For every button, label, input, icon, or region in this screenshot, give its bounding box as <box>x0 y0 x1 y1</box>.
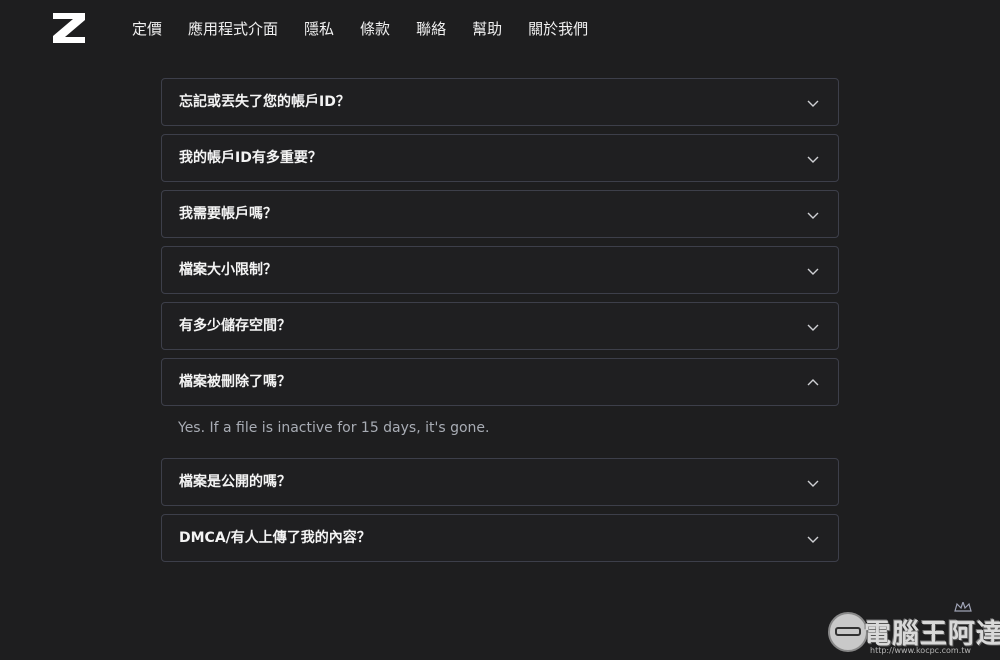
watermark: 電腦王阿達 http://www.kocpc.com.tw <box>828 602 1000 658</box>
top-navigation: 定價 應用程式介面 隱私 條款 聯絡 幫助 關於我們 <box>0 0 1000 58</box>
faq-item-files-public[interactable]: 檔案是公開的嗎？ <box>161 458 839 506</box>
faq-question: 有多少儲存空間？ <box>179 318 291 334</box>
nav-item-about[interactable]: 關於我們 <box>528 19 588 39</box>
faq-item-lost-account-id[interactable]: 忘記或丟失了您的帳戶ID？ <box>161 78 839 126</box>
chevron-down-icon <box>807 156 819 163</box>
faq-question: 忘記或丟失了您的帳戶ID？ <box>179 94 350 110</box>
nav-item-pricing[interactable]: 定價 <box>132 19 162 39</box>
nav-item-terms[interactable]: 條款 <box>360 19 390 39</box>
chevron-up-icon <box>807 379 819 386</box>
faq-question: 檔案大小限制？ <box>179 262 277 278</box>
nav-item-contact[interactable]: 聯絡 <box>416 19 446 39</box>
chevron-down-icon <box>807 536 819 543</box>
faq-item-dmca[interactable]: DMCA/有人上傳了我的內容？ <box>161 514 839 562</box>
chevron-down-icon <box>807 268 819 275</box>
crown-icon <box>954 602 972 612</box>
watermark-url: http://www.kocpc.com.tw <box>870 646 971 655</box>
faq-question: 檔案是公開的嗎？ <box>179 474 291 490</box>
faq-question: 我的帳戶ID有多重要？ <box>179 150 322 166</box>
faq-answer: Yes. If a file is inactive for 15 days, … <box>161 406 839 452</box>
chevron-down-icon <box>807 212 819 219</box>
nav-item-api[interactable]: 應用程式介面 <box>188 19 278 39</box>
nav-item-help[interactable]: 幫助 <box>472 19 502 39</box>
chevron-down-icon <box>807 324 819 331</box>
chevron-down-icon <box>807 100 819 107</box>
chevron-down-icon <box>807 480 819 487</box>
mascot-face-icon <box>828 612 868 652</box>
faq-question: 我需要帳戶嗎？ <box>179 206 277 222</box>
page: 定價 應用程式介面 隱私 條款 聯絡 幫助 關於我們 忘記或丟失了您的帳戶ID？… <box>0 0 1000 660</box>
faq-item-storage-space[interactable]: 有多少儲存空間？ <box>161 302 839 350</box>
faq-item-files-deleted[interactable]: 檔案被刪除了嗎？ <box>161 358 839 406</box>
nav-menu: 定價 應用程式介面 隱私 條款 聯絡 幫助 關於我們 <box>132 19 614 39</box>
nav-item-privacy[interactable]: 隱私 <box>304 19 334 39</box>
logo-icon[interactable] <box>52 12 86 44</box>
faq-item-need-account[interactable]: 我需要帳戶嗎？ <box>161 190 839 238</box>
faq-item-account-id-importance[interactable]: 我的帳戶ID有多重要？ <box>161 134 839 182</box>
faq-question: 檔案被刪除了嗎？ <box>179 374 291 390</box>
faq-question: DMCA/有人上傳了我的內容？ <box>179 530 371 546</box>
faq-answer-text: Yes. If a file is inactive for 15 days, … <box>178 420 490 436</box>
faq-accordion: 忘記或丟失了您的帳戶ID？ 我的帳戶ID有多重要？ 我需要帳戶嗎？ 檔案大小限制… <box>161 78 839 570</box>
faq-item-file-size-limit[interactable]: 檔案大小限制？ <box>161 246 839 294</box>
